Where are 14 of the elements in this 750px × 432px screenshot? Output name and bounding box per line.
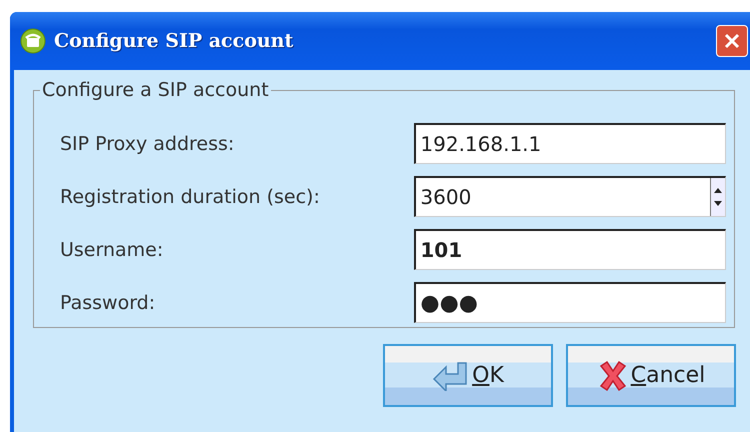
input-field[interactable]: 192.168.1.1 (414, 123, 726, 164)
password-field[interactable]: ●●● (414, 282, 726, 323)
field-label: Registration duration (sec): (60, 186, 321, 208)
field-label: SIP Proxy address: (60, 132, 236, 154)
ok-button[interactable]: OK (383, 344, 553, 407)
group-title: Configure a SIP account (40, 79, 271, 101)
window-title: Configure SIP account (54, 30, 294, 52)
cancel-button[interactable]: Cancel (566, 344, 736, 407)
field-label: Username: (60, 238, 164, 260)
input-field[interactable]: 101 (414, 229, 726, 270)
field-label: Password: (60, 292, 156, 314)
spin-field[interactable]: 3600 (414, 176, 726, 217)
close-button[interactable] (716, 25, 748, 57)
phone-app-icon (20, 28, 46, 54)
